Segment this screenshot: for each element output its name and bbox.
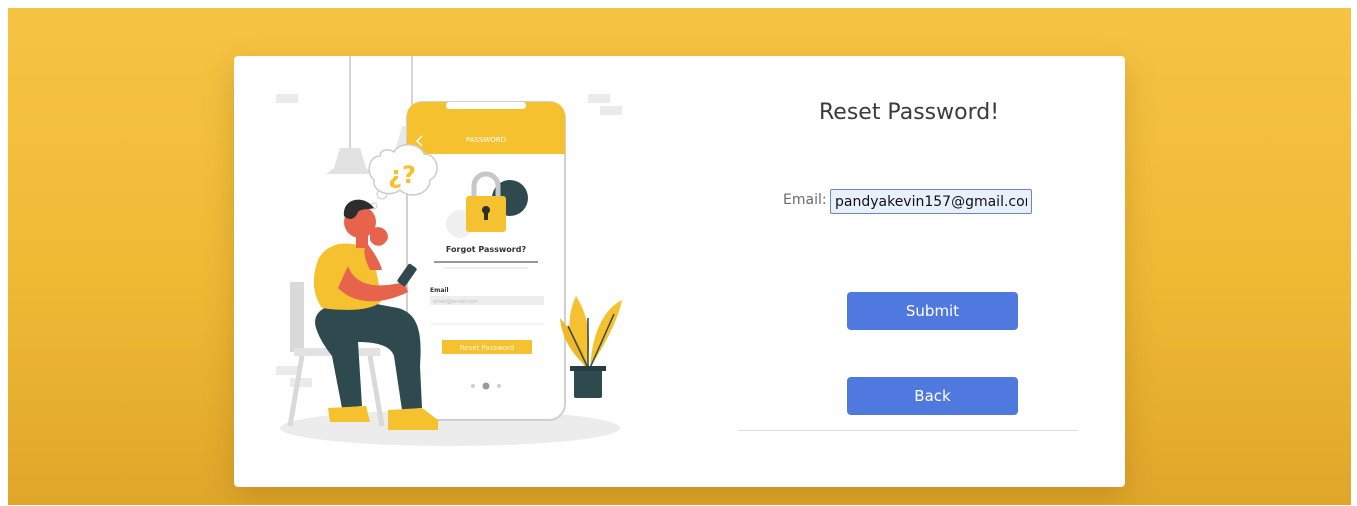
- page-title: Reset Password!: [818, 100, 1000, 125]
- submit-button[interactable]: Submit: [847, 292, 1018, 330]
- reset-password-card: PASSWORD Forgot Password? Email email@em…: [234, 56, 1125, 487]
- back-button[interactable]: Back: [847, 377, 1018, 415]
- phone-header-text: PASSWORD: [466, 136, 506, 144]
- email-label: Email:: [783, 192, 827, 208]
- phone-email-label: Email: [430, 287, 449, 294]
- forgot-password-illustration: PASSWORD Forgot Password? Email email@em…: [276, 56, 622, 446]
- divider: [738, 430, 1078, 431]
- phone-email-placeholder: email@email.com: [433, 299, 478, 305]
- page-background: PASSWORD Forgot Password? Email email@em…: [8, 8, 1351, 505]
- phone-reset-button-text: Reset Password: [460, 344, 514, 352]
- phone-heading-text: Forgot Password?: [446, 245, 527, 254]
- email-field[interactable]: [830, 189, 1032, 214]
- question-bubble-text: ¿?: [388, 161, 416, 189]
